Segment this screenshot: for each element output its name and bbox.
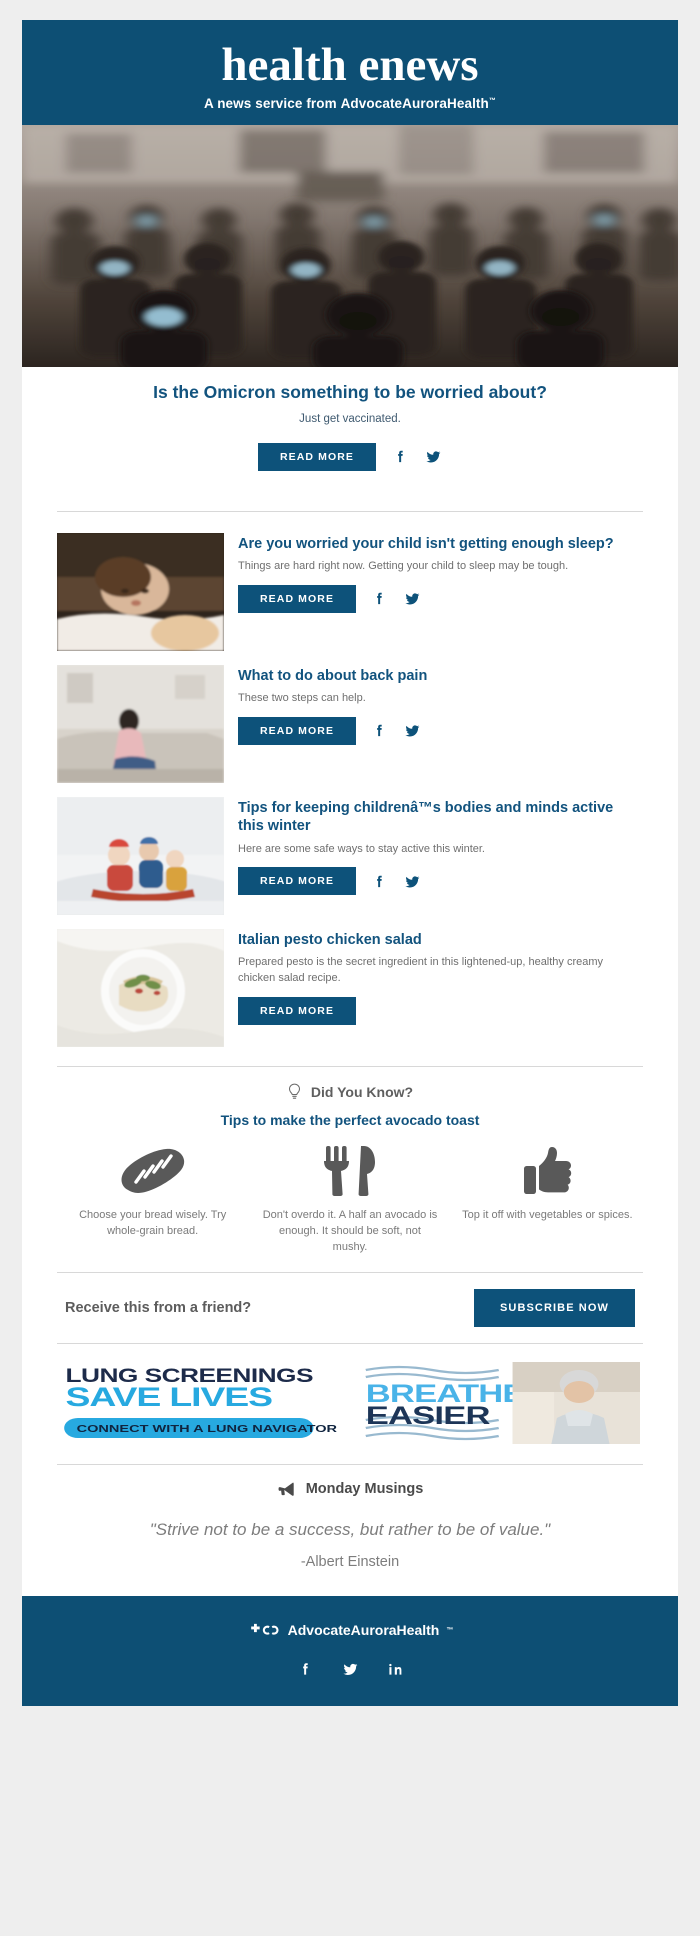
bottom-spacer (0, 1706, 700, 1727)
tip-text: Choose your bread wisely. Try whole-grai… (79, 1208, 227, 1237)
article-row: What to do about back pain These two ste… (57, 658, 643, 790)
tip-item: Choose your bread wisely. Try whole-grai… (59, 1144, 246, 1256)
twitter-icon[interactable] (404, 590, 421, 607)
masthead-banner: health enews A news service from Advocat… (22, 20, 678, 125)
fork-and-knife-icon (256, 1144, 443, 1196)
svg-text:EASIER: EASIER (366, 1402, 491, 1429)
linkedin-icon[interactable] (387, 1660, 404, 1678)
did-you-know-section: Did You Know? Tips to make the perfect a… (57, 1054, 643, 1272)
article-content: What to do about back pain These two ste… (238, 665, 643, 745)
article-actions: READ MORE (238, 867, 643, 896)
tip-item: Top it off with vegetables or spices. (454, 1144, 641, 1256)
footer-logo: AdvocateAuroraHealth ™ (22, 1622, 678, 1638)
facebook-icon[interactable] (371, 590, 388, 607)
twitter-icon[interactable] (425, 448, 442, 465)
read-more-button[interactable]: READ MORE (238, 867, 357, 896)
read-more-button[interactable]: READ MORE (238, 584, 357, 613)
article-list: Are you worried your child isn't getting… (57, 512, 643, 1054)
email-body: health enews A news service from Advocat… (22, 20, 678, 1707)
article-thumbnail-winter-kids[interactable] (57, 796, 224, 915)
masthead-trademark: ™ (488, 97, 496, 105)
svg-text:CONNECT WITH A LUNG NAVIGATOR: CONNECT WITH A LUNG NAVIGATOR (77, 1422, 337, 1434)
hero-title[interactable]: Is the Omicron something to be worried a… (42, 381, 658, 404)
email-newsletter-page: health enews A news service from Advocat… (0, 0, 700, 1727)
did-you-know-subtitle: Tips to make the perfect avocado toast (220, 1111, 480, 1128)
hero-image[interactable] (22, 125, 678, 367)
article-description: Things are hard right now. Getting your … (238, 560, 569, 573)
ad-banners: LUNG SCREENINGS SAVE LIVES CONNECT WITH … (57, 1344, 643, 1464)
article-content: Italian pesto chicken salad Prepared pes… (238, 929, 643, 1025)
svg-text:SAVE LIVES: SAVE LIVES (66, 1381, 273, 1412)
tip-text: Don't overdo it. A half an avocado is en… (262, 1208, 438, 1253)
facebook-icon[interactable] (392, 448, 409, 465)
facebook-icon[interactable] (297, 1660, 314, 1678)
breathe-easier-ad[interactable]: BREATHE EASIER (363, 1361, 640, 1444)
article-content: Tips for keeping childrenâ™s bodies and … (238, 797, 643, 896)
tip-text: Top it off with vegetables or spices. (462, 1208, 633, 1221)
facebook-icon[interactable] (371, 873, 388, 890)
articles-container: Are you worried your child isn't getting… (22, 491, 678, 1597)
article-content: Are you worried your child isn't getting… (238, 533, 643, 613)
article-social-links (371, 590, 421, 607)
twitter-icon[interactable] (342, 1660, 359, 1678)
hero-social-links (392, 448, 442, 465)
thumbs-up-icon (454, 1144, 641, 1196)
article-description: These two steps can help. (238, 692, 366, 705)
article-title[interactable]: Tips for keeping childrenâ™s bodies and … (238, 799, 643, 836)
article-title[interactable]: Are you worried your child isn't getting… (238, 535, 643, 554)
subscribe-prompt: Receive this from a friend? (65, 1299, 252, 1316)
lung-screenings-ad[interactable]: LUNG SCREENINGS SAVE LIVES CONNECT WITH … (60, 1361, 337, 1444)
article-thumbnail-pesto-salad[interactable] (57, 928, 224, 1047)
article-title[interactable]: What to do about back pain (238, 667, 643, 686)
footer: AdvocateAuroraHealth ™ (22, 1596, 678, 1707)
article-thumbnail-child-sleep[interactable] (57, 532, 224, 651)
lightbulb-icon (287, 1083, 302, 1102)
facebook-icon[interactable] (371, 722, 388, 739)
read-more-button[interactable]: READ MORE (238, 716, 357, 745)
article-row: Tips for keeping childrenâ™s bodies and … (57, 790, 643, 922)
subscribe-bar: Receive this from a friend? SUBSCRIBE NO… (57, 1273, 643, 1343)
twitter-icon[interactable] (404, 873, 421, 890)
hero-actions: READ MORE (42, 442, 658, 471)
musings-attribution: -Albert Einstein (300, 1554, 400, 1571)
twitter-icon[interactable] (404, 722, 421, 739)
article-actions: READ MORE (238, 584, 643, 613)
article-description: Here are some safe ways to stay active t… (238, 842, 485, 855)
masthead-title: health enews (221, 39, 479, 91)
footer-brand: AdvocateAuroraHealth (287, 1622, 440, 1639)
read-more-button[interactable]: READ MORE (238, 996, 357, 1025)
did-you-know-header: Did You Know? (57, 1083, 643, 1102)
advocate-aurora-logo-mark-icon (247, 1623, 281, 1638)
tips-list: Choose your bread wisely. Try whole-grai… (57, 1144, 643, 1272)
footer-social-links (22, 1660, 678, 1678)
article-social-links (371, 873, 421, 890)
divider-above-did-you-know (57, 1065, 643, 1067)
tip-item: Don't overdo it. A half an avocado is en… (256, 1144, 443, 1256)
masthead-subtitle: A news service from AdvocateAuroraHealth… (22, 96, 678, 111)
hero-description: Just get vaccinated. (299, 412, 401, 425)
monday-musings-section: Monday Musings "Strive not to be a succe… (57, 1465, 643, 1597)
footer-trademark: ™ (446, 1626, 454, 1634)
masthead-brand: AdvocateAuroraHealth (340, 96, 489, 111)
hero-content: Is the Omicron something to be worried a… (22, 367, 678, 471)
musings-header: Monday Musings (57, 1481, 643, 1497)
masthead-subtitle-prefix: A news service from (204, 96, 341, 111)
article-row: Italian pesto chicken salad Prepared pes… (57, 922, 643, 1054)
article-title[interactable]: Italian pesto chicken salad (238, 931, 643, 950)
subscribe-now-button[interactable]: SUBSCRIBE NOW (473, 1288, 635, 1327)
article-description: Prepared pesto is the secret ingredient … (238, 956, 604, 984)
did-you-know-label: Did You Know? (310, 1084, 414, 1101)
musings-label: Monday Musings (305, 1480, 424, 1497)
bread-loaf-icon (59, 1144, 246, 1196)
top-spacer (0, 0, 700, 20)
musings-quote: "Strive not to be a success, but rather … (149, 1519, 551, 1539)
article-actions: READ MORE (238, 716, 643, 745)
article-row: Are you worried your child isn't getting… (57, 526, 643, 658)
article-social-links (371, 722, 421, 739)
read-more-button-hero[interactable]: READ MORE (257, 442, 377, 471)
megaphone-icon (277, 1481, 296, 1497)
article-actions: READ MORE (238, 996, 643, 1025)
article-thumbnail-back-pain[interactable] (57, 664, 224, 783)
